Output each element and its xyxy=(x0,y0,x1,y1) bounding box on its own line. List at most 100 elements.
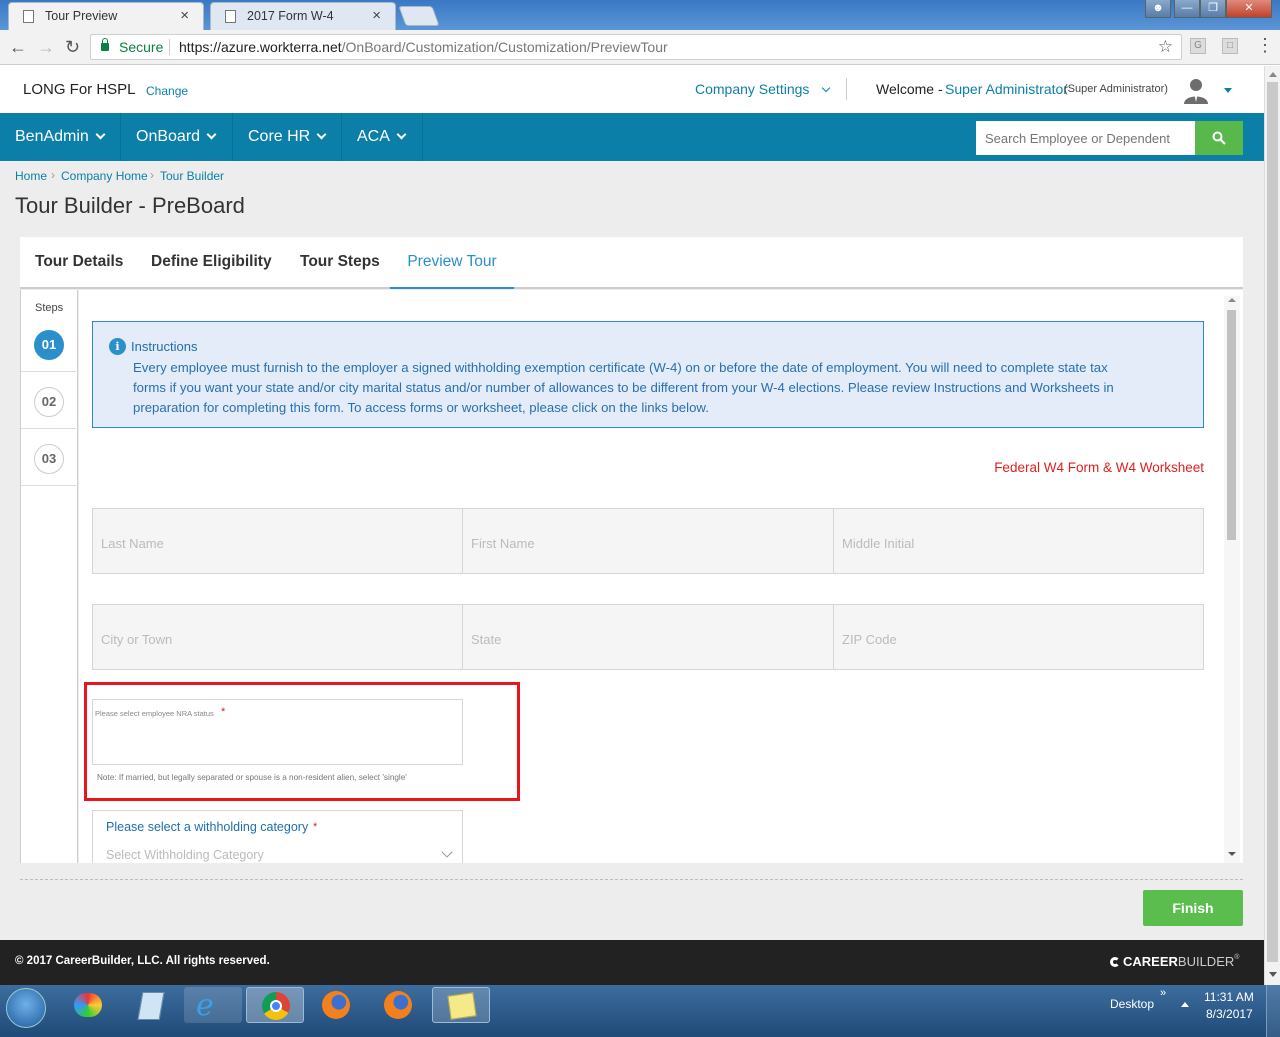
bookmark-star-icon[interactable]: ☆ xyxy=(1158,35,1173,59)
nra-note: Note: If married, but legally separated … xyxy=(97,773,407,782)
avatar[interactable] xyxy=(1182,76,1210,104)
logo-registered: ® xyxy=(1234,954,1240,961)
scroll-up-icon[interactable] xyxy=(1228,298,1236,302)
lock-icon xyxy=(101,38,109,51)
new-tab-button[interactable] xyxy=(398,6,440,26)
step-number: 02 xyxy=(34,387,64,417)
info-icon: i xyxy=(109,338,126,355)
breadcrumb-home[interactable]: Home xyxy=(15,169,47,183)
nra-status-label: Please select employee NRA status xyxy=(95,709,214,718)
company-settings-menu[interactable]: Company Settings xyxy=(695,81,831,97)
toolbar-expand-icon[interactable]: » xyxy=(1160,987,1166,999)
nra-status-select[interactable]: Please select employee NRA status * xyxy=(92,699,463,765)
reload-icon[interactable]: ↻ xyxy=(65,37,80,58)
last-name-field[interactable]: Last Name xyxy=(92,508,463,574)
w4-form-link[interactable]: Federal W4 Form & W4 Worksheet xyxy=(994,460,1204,475)
forward-icon[interactable]: → xyxy=(37,37,55,58)
tab-define-eligibility[interactable]: Define Eligibility xyxy=(151,237,272,289)
nav-benadmin[interactable]: BenAdmin xyxy=(0,113,121,161)
scroll-up-icon[interactable] xyxy=(1269,72,1277,77)
sticky-notes-icon xyxy=(447,992,477,1020)
url-input[interactable]: Secure https://azure.workterra.net/OnBoa… xyxy=(90,34,1182,60)
taskbar-paint[interactable] xyxy=(60,987,118,1023)
close-tab-icon[interactable]: × xyxy=(372,7,381,24)
start-button[interactable] xyxy=(6,988,46,1028)
step-number: 03 xyxy=(34,444,64,474)
step-02[interactable]: 02 xyxy=(21,372,78,429)
taskbar-firefox[interactable] xyxy=(308,987,366,1023)
state-field[interactable]: State xyxy=(462,604,834,670)
tray-arrow-icon[interactable] xyxy=(1181,1002,1189,1007)
clock-date[interactable]: 8/3/2017 xyxy=(1206,1007,1253,1021)
taskbar-sticky-notes[interactable] xyxy=(432,987,490,1023)
chevron-down-icon xyxy=(396,129,407,140)
minimize-button[interactable]: — xyxy=(1174,0,1200,18)
clock-time[interactable]: 11:31 AM xyxy=(1204,990,1254,1004)
careerbuilder-logo: CAREERBUILDER® xyxy=(1110,954,1239,969)
instructions-text: Every employee must furnish to the emplo… xyxy=(133,358,1114,418)
instructions-panel: i Instructions Every employee must furni… xyxy=(92,321,1204,428)
nav-onboard[interactable]: OnBoard xyxy=(121,113,233,161)
welcome-text: Welcome - xyxy=(876,81,943,97)
taskbar-internet-explorer[interactable]: e xyxy=(184,987,242,1023)
app-header: LONG For HSPL Change Company Settings We… xyxy=(0,66,1264,113)
zip-field[interactable]: ZIP Code xyxy=(833,604,1204,670)
taskbar-notepad[interactable] xyxy=(122,987,180,1023)
company-name: LONG For HSPL xyxy=(23,81,136,98)
page-scrollbar[interactable] xyxy=(1264,66,1280,985)
breadcrumb-company-home[interactable]: Company Home xyxy=(61,169,148,183)
nav-core-hr[interactable]: Core HR xyxy=(233,113,342,161)
close-tab-icon[interactable]: × xyxy=(180,7,189,24)
scroll-down-icon[interactable] xyxy=(1269,972,1277,977)
tab-tour-steps[interactable]: Tour Steps xyxy=(300,237,380,289)
tab-tour-details[interactable]: Tour Details xyxy=(35,237,123,289)
required-marker: * xyxy=(313,821,318,833)
search-input[interactable] xyxy=(976,121,1196,155)
city-field[interactable]: City or Town xyxy=(92,604,463,670)
field-placeholder: State xyxy=(471,632,502,647)
tab-preview-tour[interactable]: Preview Tour xyxy=(390,237,514,289)
field-placeholder: City or Town xyxy=(101,632,173,647)
change-company-link[interactable]: Change xyxy=(146,84,188,98)
required-marker: * xyxy=(221,706,226,718)
close-window-button[interactable]: ✕ xyxy=(1226,0,1272,18)
footer: © 2017 CareerBuilder, LLC. All rights re… xyxy=(0,940,1264,985)
desktop-toolbar-label[interactable]: Desktop xyxy=(1110,997,1154,1011)
step-03[interactable]: 03 xyxy=(21,429,78,486)
instructions-line: Every employee must furnish to the emplo… xyxy=(133,360,1108,375)
middle-initial-field[interactable]: Middle Initial xyxy=(833,508,1204,574)
user-profile-button[interactable]: ☻ xyxy=(1145,0,1171,18)
withholding-category-select[interactable]: Please select a withholding category * S… xyxy=(92,810,463,863)
first-name-field[interactable]: First Name xyxy=(462,508,834,574)
field-placeholder: First Name xyxy=(471,536,535,551)
extension-icon[interactable]: □ xyxy=(1222,38,1238,54)
taskbar-chrome[interactable] xyxy=(246,987,304,1023)
search-button[interactable] xyxy=(1195,121,1243,155)
nav-aca[interactable]: ACA xyxy=(342,113,423,161)
breadcrumb-tour-builder[interactable]: Tour Builder xyxy=(160,169,224,183)
user-role: (Super Administrator) xyxy=(1064,83,1168,95)
menu-icon[interactable]: ⋮ xyxy=(1256,35,1274,56)
maximize-button[interactable]: ❐ xyxy=(1200,0,1226,18)
scrollbar-thumb[interactable] xyxy=(1227,310,1236,540)
scroll-down-icon[interactable] xyxy=(1228,852,1236,856)
scrollbar-thumb[interactable] xyxy=(1267,82,1278,962)
step-01[interactable]: 01 xyxy=(21,315,78,372)
show-desktop-button[interactable] xyxy=(1266,985,1280,1037)
browser-title-bar: Tour Preview × 2017 Form W-4 × ☻ — ❐ ✕ xyxy=(0,0,1280,30)
user-menu-caret-icon[interactable] xyxy=(1224,88,1232,93)
browser-tab-w4[interactable]: 2017 Form W-4 × xyxy=(210,2,396,30)
step-number: 01 xyxy=(34,330,64,360)
careerbuilder-mark-icon xyxy=(1110,957,1120,967)
taskbar-firefox-2[interactable] xyxy=(370,987,428,1023)
address-bar-area: ← → ↻ Secure https://azure.workterra.net… xyxy=(0,30,1280,65)
ie-icon: e xyxy=(196,988,214,1023)
extension-g-icon[interactable]: G xyxy=(1190,38,1206,54)
form-scrollbar[interactable] xyxy=(1224,296,1240,863)
back-icon[interactable]: ← xyxy=(9,37,27,58)
browser-tab-tour-preview[interactable]: Tour Preview × xyxy=(8,2,204,30)
user-name-link[interactable]: Super Administrator xyxy=(945,81,1068,97)
tour-tabs: Tour Details Define Eligibility Tour Ste… xyxy=(20,237,1243,289)
finish-button[interactable]: Finish xyxy=(1143,890,1243,926)
firefox-icon xyxy=(322,991,350,1019)
